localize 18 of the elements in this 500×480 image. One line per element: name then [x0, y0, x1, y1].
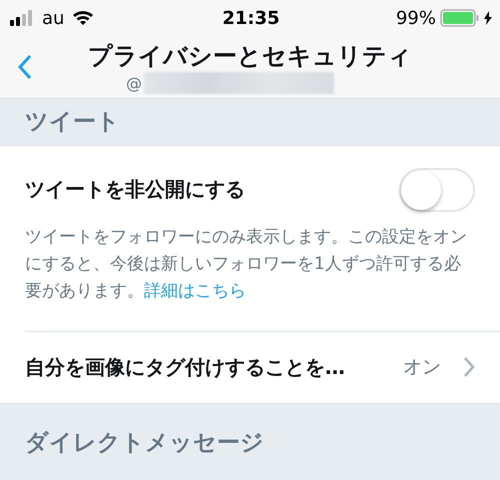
setting-value: オン — [403, 355, 441, 380]
battery-percent: 99% — [396, 8, 436, 28]
battery-icon — [440, 9, 480, 27]
page-title: プライバシーとセキュリティ — [88, 41, 412, 72]
toggle-switch[interactable] — [399, 168, 475, 212]
setting-description: ツイートをフォロワーにのみ表示します。この設定をオンにすると、今後は新しいフォロワーを1人ずつ許可する必要があります。詳細はこちら — [25, 226, 468, 303]
signal-icon — [10, 10, 34, 26]
section-title: ツイート — [25, 108, 120, 138]
chevron-right-icon — [463, 356, 475, 378]
setting-label: ツイートを非公開にする — [25, 176, 245, 204]
status-time: 21:35 — [222, 8, 280, 28]
setting-label: 自分を画像にタグ付けすることを… — [25, 354, 345, 381]
wifi-icon — [72, 10, 94, 26]
carrier-name: au — [42, 8, 64, 28]
section-title: ダイレクトメッセージ — [25, 429, 264, 458]
setting-row[interactable]: 自分を画像にタグ付けすることを… オン — [25, 332, 500, 403]
handle-prefix: @ — [126, 74, 142, 92]
back-chevron-icon[interactable] — [18, 54, 32, 80]
